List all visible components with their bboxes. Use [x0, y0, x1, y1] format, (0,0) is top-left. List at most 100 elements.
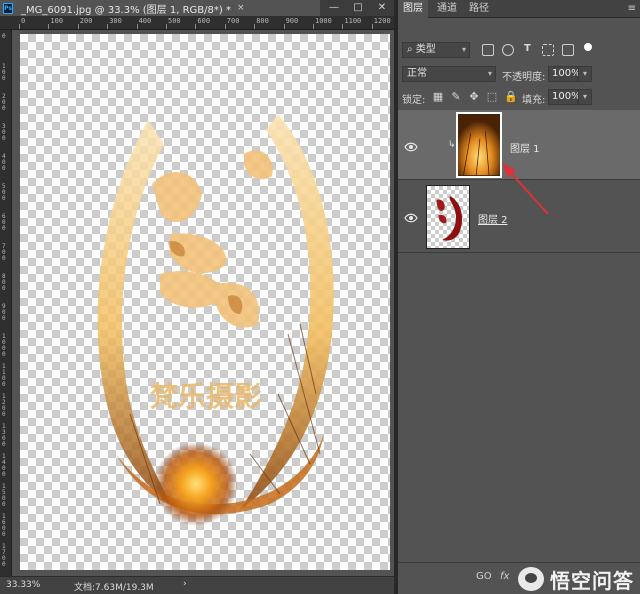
tab-close-icon[interactable]: × [237, 3, 245, 13]
lock-transparency-icon[interactable]: ▦ [432, 91, 444, 103]
ruler-tick [19, 24, 20, 29]
ruler-label: 100 [2, 63, 6, 82]
filter-kind-select[interactable]: ⌕ 类型 ▾ [402, 42, 470, 58]
visibility-eye-icon[interactable] [404, 213, 418, 223]
close-window-button[interactable]: ✕ [370, 0, 394, 16]
ruler-label: 1000 [2, 333, 6, 358]
opacity-input[interactable]: 100% [548, 66, 581, 82]
link-layers-icon[interactable]: GO [476, 571, 492, 582]
tab-paths[interactable]: 路径 [466, 0, 492, 18]
layer-row[interactable]: ↳ 图层 1 [398, 110, 640, 180]
layer-row[interactable]: 图层 2 [398, 181, 640, 253]
ruler-label: 100 [50, 17, 64, 25]
ruler-label: 800 [256, 17, 269, 25]
ruler-label: 400 [138, 17, 152, 25]
lock-brush-icon[interactable]: ✎ [450, 91, 462, 103]
thumbnail-image [436, 196, 463, 241]
layer-name[interactable]: 图层 2 [478, 211, 508, 226]
ruler-label: 1200 [2, 393, 6, 418]
ruler-label: 1500 [2, 483, 6, 508]
visibility-eye-icon[interactable] [404, 142, 418, 152]
ruler-tick [313, 24, 314, 29]
blend-opacity-row: 正常 ▾ 不透明度: 100% ▾ [398, 64, 640, 86]
blend-mode-select[interactable]: 正常 ▾ [402, 66, 496, 82]
horizontal-ruler[interactable]: 0 100 200 300 400 500 600 700 800 900 1000 1100 1200 [0, 16, 394, 30]
type-filter-icon[interactable]: T [524, 43, 531, 54]
ruler-label: 1600 [2, 513, 6, 538]
fill-input[interactable]: 100% [548, 89, 581, 105]
artwork-layer-composite: 梵乐摄影 [97, 114, 334, 526]
fill-label: 填充: [522, 95, 546, 106]
ruler-label: 700 [2, 243, 6, 262]
watermark-text: 悟空问答 [550, 568, 634, 593]
canvas-area[interactable]: 梵乐摄影 [12, 30, 394, 576]
adjustment-filter-icon[interactable] [502, 44, 514, 56]
lock-artboard-icon[interactable]: ✥ [468, 91, 480, 103]
window-controls: — □ ✕ [322, 0, 394, 16]
filter-toggle-icon[interactable] [584, 43, 592, 51]
status-bar: 33.33% 文档:7.63M/19.3M › [0, 576, 394, 594]
artwork-text: 梵乐摄影 [150, 380, 262, 413]
layer-thumbnail[interactable] [456, 112, 502, 178]
ruler-label: 200 [2, 93, 6, 112]
panel-tab-bar: 图层 通道 路径 ≡ [398, 0, 640, 18]
ruler-tick [77, 24, 79, 29]
vertical-ruler[interactable]: 0 100 200 300 400 500 600 700 800 900 1000 1100 1200… [0, 30, 12, 576]
ruler-tick [254, 24, 256, 29]
image-filter-icon[interactable] [482, 44, 494, 56]
thumbnail-image [458, 114, 500, 176]
layer-thumbnail[interactable] [426, 185, 470, 249]
ruler-label: 700 [226, 17, 240, 25]
ruler-label: 1700 [2, 543, 6, 568]
shape-filter-icon[interactable] [542, 44, 554, 56]
lock-position-icon[interactable]: ⬚ [486, 91, 498, 103]
tab-channels[interactable]: 通道 [434, 0, 460, 18]
ruler-tick [224, 24, 226, 29]
wukong-logo-icon [518, 567, 544, 591]
ruler-label: 1400 [2, 453, 6, 478]
opacity-slider-toggle[interactable]: ▾ [578, 66, 592, 82]
fill-slider-toggle[interactable]: ▾ [578, 89, 592, 105]
clipping-mask-icon: ↳ [448, 140, 456, 150]
document-canvas[interactable]: 梵乐摄影 [20, 34, 390, 570]
photoshop-app-icon: Ps [3, 2, 13, 14]
status-expand-arrow[interactable]: › [183, 579, 187, 589]
fx-icon[interactable]: fx [500, 571, 509, 582]
minimize-button[interactable]: — [322, 0, 346, 16]
ruler-label: 500 [168, 17, 181, 25]
ruler-label: 800 [2, 273, 6, 292]
layer-filter-row: ⌕ 类型 ▾ T [398, 40, 640, 60]
zoom-level[interactable]: 33.33% [6, 580, 40, 590]
opacity-label: 不透明度: [502, 72, 546, 83]
ruler-tick [166, 24, 167, 29]
filter-kind-value: 类型 [415, 44, 436, 55]
panel-menu-icon[interactable]: ≡ [628, 3, 636, 14]
ruler-label: 1100 [2, 363, 6, 388]
ruler-label: 200 [79, 17, 93, 25]
ruler-label: 900 [2, 303, 6, 322]
ruler-label: 600 [2, 213, 6, 232]
layer-name[interactable]: 图层 1 [510, 140, 540, 155]
ruler-tick [342, 24, 344, 29]
lock-all-icon[interactable]: 🔒 [504, 91, 518, 103]
document-size-info: 文档:7.63M/19.3M [74, 583, 154, 593]
ruler-label: 500 [2, 183, 6, 202]
ruler-label: 900 [285, 17, 299, 25]
ruler-tick [283, 24, 285, 29]
ruler-tick [136, 24, 138, 29]
lock-fill-row: 锁定: ▦ ✎ ✥ ⬚ 🔒 填充: 100% ▾ [398, 88, 640, 108]
document-tab[interactable]: Ps _MG_6091.jpg @ 33.3% (图层 1, RGB/8*) *… [0, 0, 320, 16]
ruler-label: 400 [2, 153, 6, 172]
ruler-tick [195, 24, 197, 29]
maximize-button[interactable]: □ [346, 0, 370, 16]
tab-layers[interactable]: 图层 [398, 0, 428, 18]
smart-object-filter-icon[interactable] [562, 44, 574, 56]
search-icon: ⌕ [407, 44, 413, 55]
ruler-label: 300 [109, 17, 122, 25]
document-title: _MG_6091.jpg @ 33.3% (图层 1, RGB/8*) * [21, 4, 231, 16]
ruler-tick [48, 24, 50, 29]
chevron-down-icon: ▾ [487, 69, 492, 78]
document-tab-bar: Ps _MG_6091.jpg @ 33.3% (图层 1, RGB/8*) *… [0, 0, 394, 16]
ruler-label: 0 [21, 17, 26, 25]
layers-panel: 图层 通道 路径 ≡ ⌕ 类型 ▾ T 正常 ▾ 不透明度: 100% ▾ 锁定… [398, 0, 640, 594]
